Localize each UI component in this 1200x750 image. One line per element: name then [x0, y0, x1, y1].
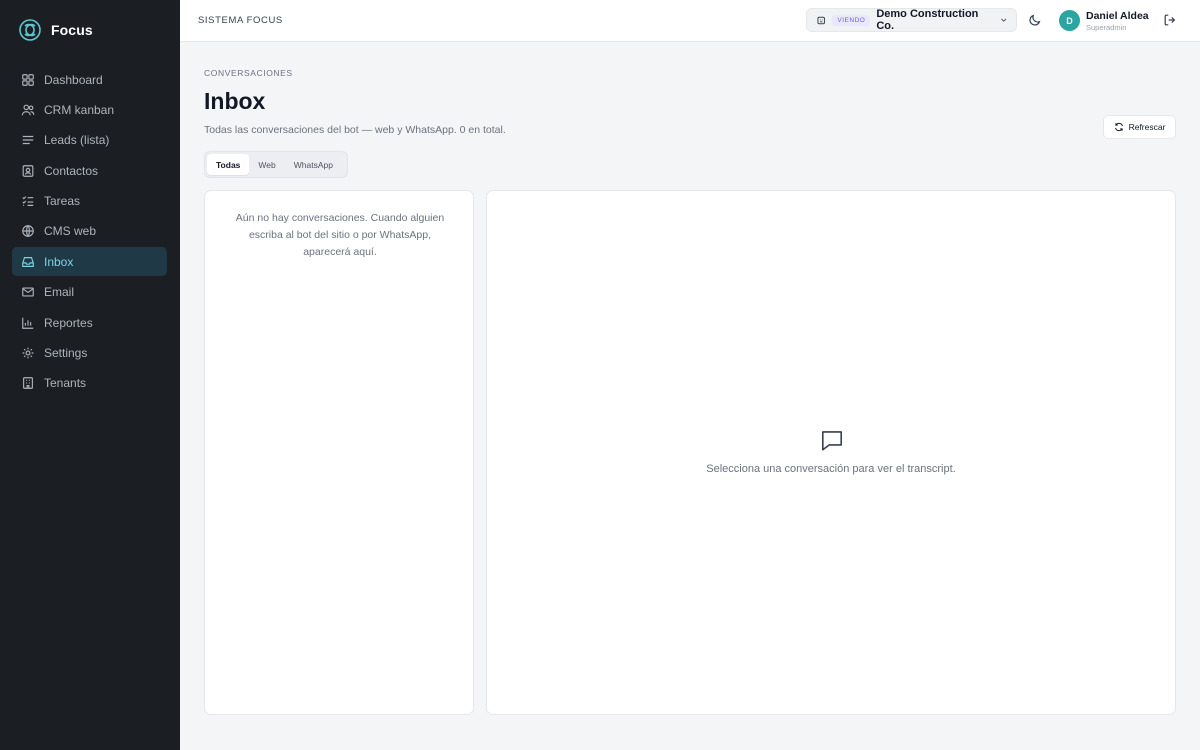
- sidebar-item-label: Settings: [44, 346, 88, 361]
- page-title: Inbox: [204, 88, 266, 114]
- users-icon: [21, 104, 35, 116]
- moon-icon[interactable]: [1028, 13, 1042, 27]
- refresh-button[interactable]: Refrescar: [1103, 115, 1176, 139]
- brand[interactable]: Focus: [18, 18, 93, 42]
- sidebar-nav: Dashboard CRM kanban Leads (lista) Conta…: [12, 65, 167, 399]
- building-icon: [23, 377, 33, 390]
- sidebar-item-label: Email: [44, 285, 75, 300]
- globe-icon: [22, 225, 34, 238]
- brand-name: Focus: [51, 22, 93, 38]
- sidebar-item-crm-kanban[interactable]: CRM kanban: [12, 95, 167, 124]
- tasks-icon: [22, 196, 34, 207]
- sidebar-item-settings[interactable]: Settings: [12, 339, 167, 368]
- chart-icon: [22, 317, 34, 329]
- tab-whatsapp[interactable]: WhatsApp: [285, 154, 342, 175]
- sidebar-item-leads[interactable]: Leads (lista): [12, 126, 167, 155]
- list-icon: [22, 136, 34, 145]
- mail-icon: [22, 287, 34, 297]
- sidebar-item-email[interactable]: Email: [12, 278, 167, 307]
- sidebar-item-label: CMS web: [44, 224, 97, 239]
- sidebar-item-contactos[interactable]: Contactos: [12, 156, 167, 185]
- tab-web[interactable]: Web: [249, 154, 284, 175]
- sidebar-item-tenants[interactable]: Tenants: [12, 369, 167, 398]
- chevron-down-icon: [1000, 18, 1006, 22]
- sidebar-item-label: CRM kanban: [44, 102, 115, 117]
- sidebar-item-label: Tenants: [44, 376, 87, 391]
- empty-list-message: Aún no hay conversaciones. Cuando alguie…: [235, 212, 445, 258]
- breadcrumb: CONVERSACIONES: [204, 68, 293, 78]
- tab-todas[interactable]: Todas: [207, 154, 250, 175]
- sidebar-item-reportes[interactable]: Reportes: [12, 308, 167, 337]
- sidebar-item-dashboard[interactable]: Dashboard: [12, 65, 167, 94]
- sidebar-item-cms-web[interactable]: CMS web: [12, 217, 167, 246]
- sidebar-item-label: Tareas: [44, 194, 81, 209]
- contact-icon: [22, 164, 34, 177]
- refresh-label: Refrescar: [1128, 122, 1166, 132]
- empty-transcript-message: Selecciona una conversación para ver el …: [706, 463, 956, 475]
- user-role: Superadmin: [1086, 23, 1127, 32]
- system-title: SISTEMA FOCUS: [198, 15, 283, 26]
- tenant-selector[interactable]: VIENDO Demo Construction Co.: [806, 8, 1017, 32]
- inbox-icon: [22, 256, 34, 267]
- top-header: SISTEMA FOCUS VIENDO Demo Construction C…: [180, 0, 1200, 42]
- sidebar-item-inbox[interactable]: Inbox: [12, 247, 167, 277]
- channel-tabs: Todas Web WhatsApp: [204, 151, 348, 178]
- avatar[interactable]: D: [1059, 10, 1080, 31]
- sidebar-item-label: Inbox: [44, 254, 74, 269]
- sidebar-item-tareas[interactable]: Tareas: [12, 187, 167, 216]
- sidebar: Focus Dashboard CRM kanban Leads (lista)…: [0, 0, 180, 750]
- logout-icon[interactable]: [1163, 13, 1177, 27]
- message-square-icon: [821, 431, 843, 451]
- page-subtitle: Todas las conversaciones del bot — web y…: [204, 124, 506, 136]
- sidebar-item-label: Contactos: [44, 163, 99, 178]
- sidebar-item-label: Leads (lista): [44, 133, 110, 148]
- dashboard-icon: [22, 73, 34, 86]
- viewing-badge: VIENDO: [832, 14, 871, 26]
- gear-icon: [22, 347, 34, 359]
- refresh-icon: [1114, 122, 1123, 132]
- user-name: Daniel Aldea: [1086, 10, 1149, 22]
- sidebar-item-label: Dashboard: [44, 72, 103, 87]
- building-icon: [817, 16, 825, 24]
- tenant-name: Demo Construction Co.: [876, 8, 979, 32]
- conversation-list-panel: Aún no hay conversaciones. Cuando alguie…: [204, 190, 474, 715]
- transcript-panel: Selecciona una conversación para ver el …: [486, 190, 1176, 715]
- focus-logo-icon: [19, 19, 41, 41]
- sidebar-item-label: Reportes: [44, 315, 93, 330]
